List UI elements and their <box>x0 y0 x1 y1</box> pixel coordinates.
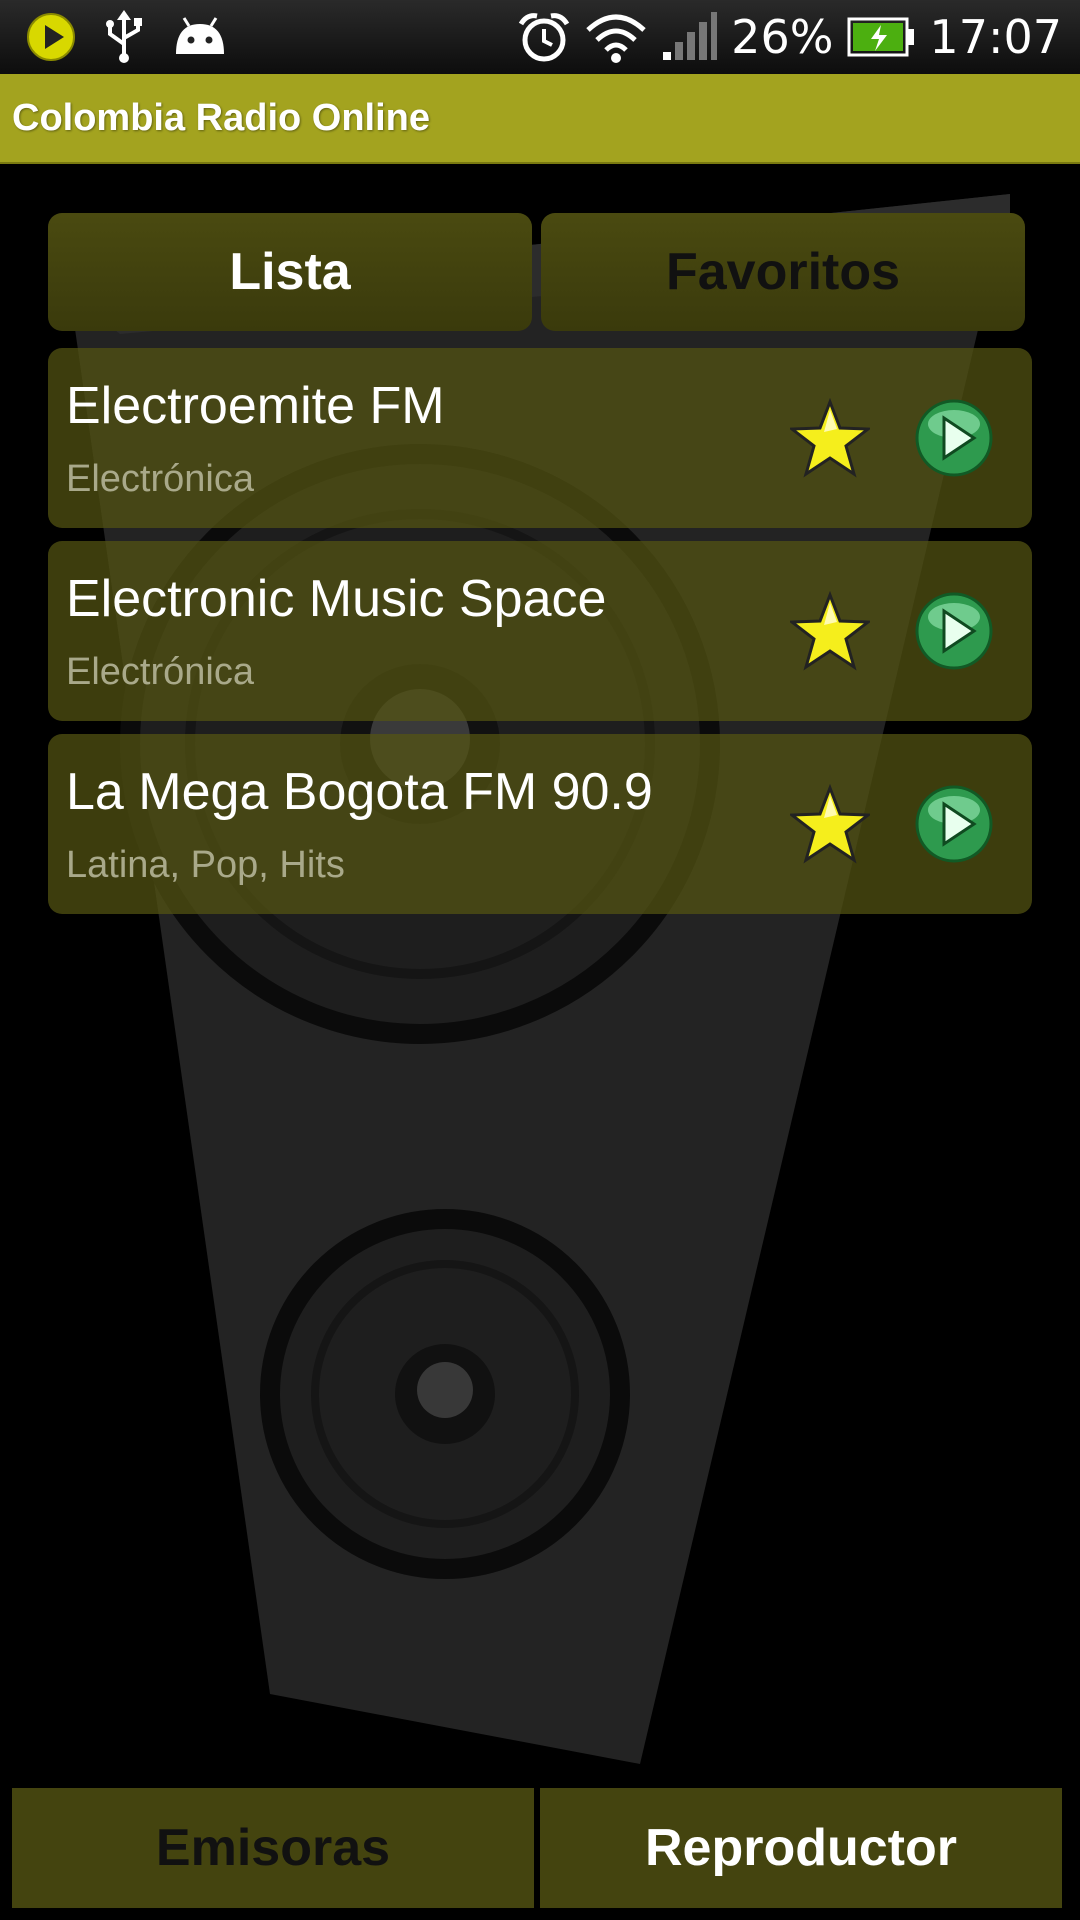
android-icon <box>176 17 224 54</box>
station-row[interactable]: Electronic Music Space Electrónica <box>48 541 1032 721</box>
station-row[interactable]: La Mega Bogota FM 90.9 Latina, Pop, Hits <box>48 734 1032 914</box>
battery-charging-icon <box>847 17 915 57</box>
favorite-star-icon[interactable] <box>790 398 870 478</box>
player-notification-icon <box>27 13 75 61</box>
station-name: Electronic Music Space <box>66 570 607 628</box>
bottom-tab-reproductor[interactable]: Reproductor <box>540 1788 1062 1908</box>
station-row[interactable]: Electroemite FM Electrónica <box>48 348 1032 528</box>
station-genre: Electrónica <box>66 651 254 693</box>
station-genre: Electrónica <box>66 458 254 500</box>
station-name: La Mega Bogota FM 90.9 <box>66 763 653 821</box>
title-bar: Colombia Radio Online <box>0 74 1080 164</box>
play-icon[interactable] <box>914 784 994 864</box>
station-genre: Latina, Pop, Hits <box>66 844 345 886</box>
tab-lista[interactable]: Lista <box>48 213 532 331</box>
app-title: Colombia Radio Online <box>12 96 431 139</box>
signal-icon <box>663 12 718 60</box>
usb-icon <box>106 10 142 63</box>
favorite-star-icon[interactable] <box>790 591 870 671</box>
play-icon[interactable] <box>914 591 994 671</box>
play-icon[interactable] <box>914 398 994 478</box>
clock: 17:07 <box>929 10 1062 64</box>
alarm-icon <box>519 13 570 62</box>
status-bar: 26% 17:07 <box>0 0 1080 74</box>
battery-percent: 26% <box>731 10 834 64</box>
bottom-tab-emisoras[interactable]: Emisoras <box>12 1788 534 1908</box>
station-name: Electroemite FM <box>66 377 445 435</box>
wifi-icon <box>586 14 646 63</box>
tab-favoritos[interactable]: Favoritos <box>541 213 1025 331</box>
favorite-star-icon[interactable] <box>790 784 870 864</box>
